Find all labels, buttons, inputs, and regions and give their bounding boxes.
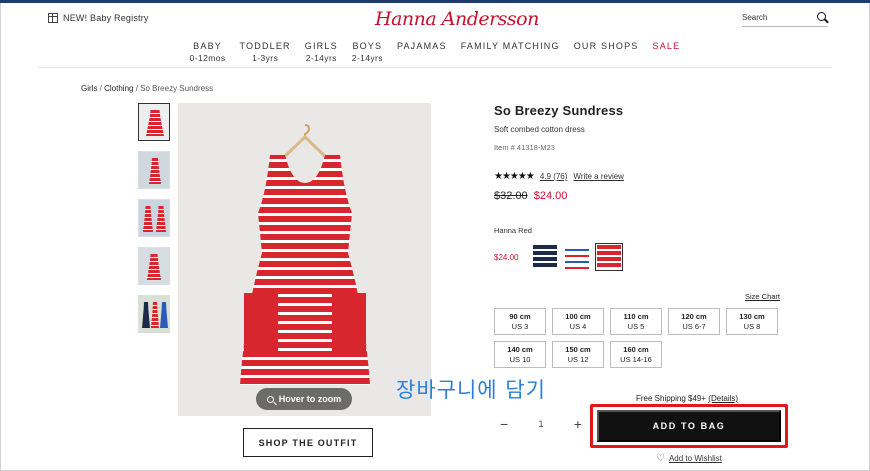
star-rating-icon: ★★★★★	[494, 171, 535, 182]
thumbnail-4[interactable]	[138, 247, 170, 285]
price: $32.00 $24.00	[494, 190, 567, 202]
add-to-bag-button[interactable]: ADD TO BAG	[597, 410, 781, 442]
quantity-increase-button[interactable]: +	[574, 416, 582, 432]
size-option-120[interactable]: 120 cm US 6-7	[668, 308, 720, 335]
search-input[interactable]: Search	[742, 12, 828, 27]
original-price: $32.00	[494, 190, 528, 202]
free-shipping-note: Free Shipping $49+ (Details)	[636, 394, 739, 403]
write-review-link[interactable]: Write a review	[573, 172, 624, 181]
selected-color-name: Hanna Red	[494, 226, 532, 235]
size-chart-link[interactable]: Size Chart	[745, 292, 780, 301]
baby-registry-link[interactable]: NEW! Baby Registry	[48, 13, 149, 23]
nav-item-family-matching[interactable]: FAMILY MATCHING	[454, 40, 567, 64]
breadcrumb: Girls / Clothing / So Breezy Sundress	[81, 84, 214, 93]
size-option-110[interactable]: 110 cm US 5	[610, 308, 662, 335]
gift-icon	[48, 13, 58, 23]
color-swatches	[531, 243, 623, 271]
size-option-100[interactable]: 100 cm US 4	[552, 308, 604, 335]
zoom-hint: Hover to zoom	[256, 388, 352, 410]
brand-logo[interactable]: Hanna Andersson	[375, 8, 539, 30]
sale-price: $24.00	[533, 190, 568, 202]
rating-value[interactable]: 4.9 (76)	[540, 172, 568, 181]
shop-the-outfit-button[interactable]: SHOP THE OUTFIT	[243, 428, 373, 457]
size-option-150[interactable]: 150 cm US 12	[552, 341, 604, 368]
breadcrumb-clothing[interactable]: Clothing	[104, 84, 133, 93]
nav-item-our-shops[interactable]: OUR SHOPS	[567, 40, 646, 64]
nav-divider	[38, 67, 832, 68]
product-title: So Breezy Sundress	[494, 103, 624, 118]
magnify-icon	[266, 395, 274, 403]
thumbnail-3[interactable]	[138, 199, 170, 237]
nav-item-sale[interactable]: SALE	[646, 40, 688, 64]
breadcrumb-girls[interactable]: Girls	[81, 84, 97, 93]
zoom-label: Hover to zoom	[278, 394, 342, 404]
item-number: Item # 41318-M23	[494, 143, 555, 152]
baby-registry-label: NEW! Baby Registry	[63, 13, 149, 23]
product-main-image[interactable]: Hover to zoom	[178, 103, 431, 416]
thumbnail-list	[138, 103, 170, 343]
heart-icon: ♡	[656, 453, 665, 464]
quantity-value[interactable]: 1	[538, 419, 543, 429]
quantity-decrease-button[interactable]: −	[500, 416, 508, 432]
nav-item-baby[interactable]: BABY 0-12mos	[183, 40, 233, 64]
wishlist-label: Add to Wishlist	[668, 454, 722, 463]
swatch-multi-stripe[interactable]	[563, 243, 591, 271]
search-icon[interactable]	[817, 12, 826, 21]
nav-item-boys[interactable]: BOYS 2-14yrs	[345, 40, 390, 64]
top-accent-bar	[0, 0, 870, 3]
thumbnail-5[interactable]	[138, 295, 170, 333]
main-navigation: BABY 0-12mos TODDLER 1-3yrs GIRLS 2-14yrs B…	[0, 40, 870, 64]
swatch-price: $24.00	[494, 253, 519, 262]
size-option-130[interactable]: 130 cm US 8	[726, 308, 778, 335]
shipping-details-link[interactable]: (Details)	[708, 394, 738, 403]
add-to-wishlist-link[interactable]: ♡ Add to Wishlist	[656, 453, 722, 464]
size-options: 90 cm US 3 100 cm US 4 110 cm US 5 120 cm US…	[494, 308, 784, 368]
thumbnail-1[interactable]	[138, 103, 170, 141]
search-placeholder: Search	[742, 13, 768, 22]
rating-row: ★★★★★ 4.9 (76) Write a review	[494, 171, 624, 182]
product-subtitle: Soft combed cotton dress	[494, 125, 585, 134]
nav-item-pajamas[interactable]: PAJAMAS	[390, 40, 454, 64]
dress-illustration	[240, 155, 370, 385]
size-option-90[interactable]: 90 cm US 3	[494, 308, 546, 335]
size-option-140[interactable]: 140 cm US 10	[494, 341, 546, 368]
swatch-navy-stripe[interactable]	[531, 243, 559, 271]
thumbnail-2[interactable]	[138, 151, 170, 189]
nav-item-girls[interactable]: GIRLS 2-14yrs	[298, 40, 345, 64]
nav-item-toddler[interactable]: TODDLER 1-3yrs	[233, 40, 298, 64]
swatch-red-stripe[interactable]	[595, 243, 623, 271]
add-to-cart-annotation: 장바구니에 담기	[396, 378, 546, 402]
quantity-stepper: − 1 +	[500, 416, 582, 432]
size-option-160[interactable]: 160 cm US 14-16	[610, 341, 662, 368]
breadcrumb-current: So Breezy Sundress	[140, 84, 214, 93]
